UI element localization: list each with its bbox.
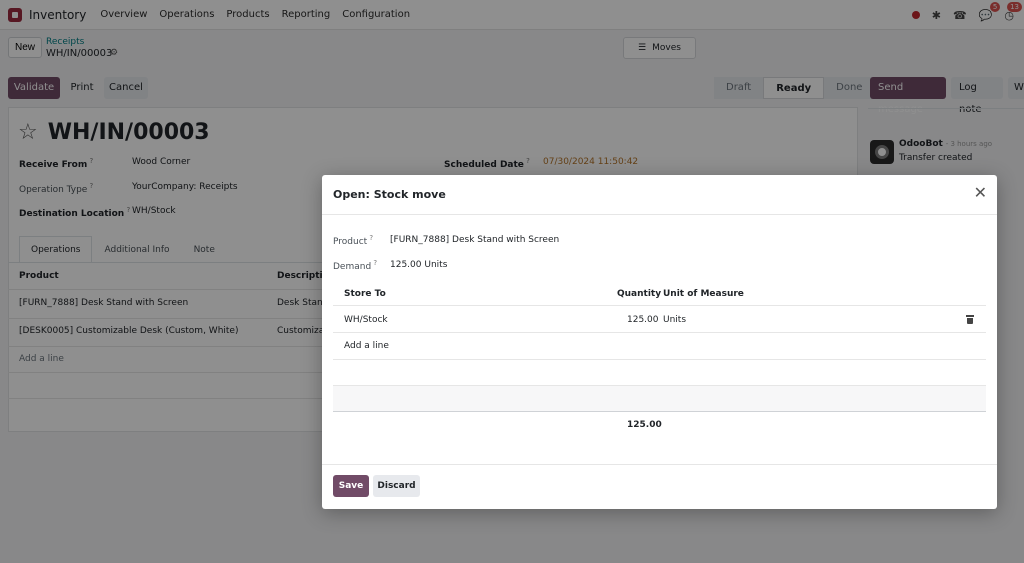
col-unit-of-measure[interactable]: Unit of Measure <box>663 289 744 299</box>
dialog-grid-divider <box>333 305 986 306</box>
dialog-grid-divider <box>333 332 986 333</box>
demand-quantity: 125.00 <box>390 260 422 270</box>
demand-value: 125.00 Units <box>390 260 447 270</box>
dialog-grid-divider <box>333 411 986 412</box>
move-line-uom[interactable]: Units <box>663 315 686 325</box>
move-line-quantity[interactable]: 125.00 <box>627 315 659 325</box>
move-line-location[interactable]: WH/Stock <box>344 315 388 325</box>
add-line-link[interactable]: Add a line <box>344 341 389 351</box>
quantity-total: 125.00 <box>627 420 662 430</box>
demand-label: Demand ? <box>333 259 378 272</box>
trash-icon[interactable] <box>966 315 974 324</box>
col-store-to[interactable]: Store To <box>344 289 386 299</box>
stock-move-dialog: Open: Stock move ✕ Product ? [FURN_7888]… <box>322 175 997 509</box>
save-button[interactable]: Save <box>333 475 369 497</box>
empty-row <box>333 386 986 411</box>
close-icon[interactable]: ✕ <box>974 185 987 201</box>
demand-unit: Units <box>424 260 448 270</box>
dialog-grid-divider <box>333 359 986 360</box>
dialog-footer-divider <box>322 464 997 465</box>
col-quantity[interactable]: Quantity <box>617 289 661 299</box>
discard-button[interactable]: Discard <box>373 475 420 497</box>
product-label: Product ? <box>333 234 374 247</box>
product-value[interactable]: [FURN_7888] Desk Stand with Screen <box>390 235 559 245</box>
dialog-header: Open: Stock move ✕ <box>322 175 997 215</box>
dialog-title: Open: Stock move <box>333 188 446 201</box>
